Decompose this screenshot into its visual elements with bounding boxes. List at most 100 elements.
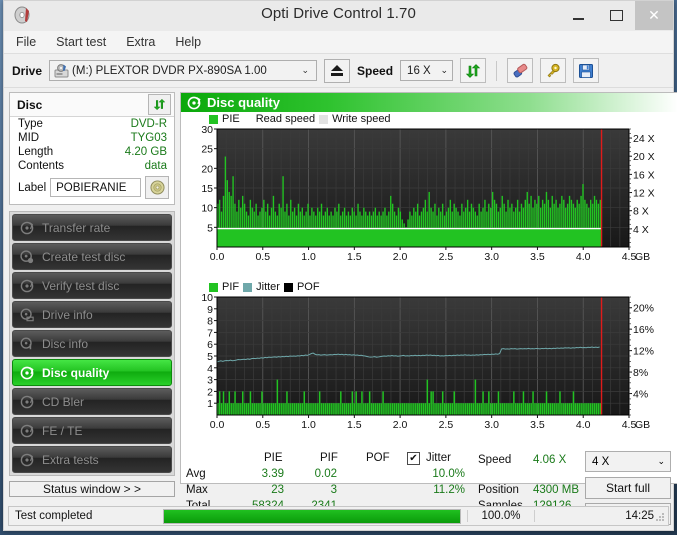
disc-panel: Disc Type DVD-R MID TYG03 Length 4.20 GB… (9, 92, 175, 205)
test-speed-value: 4 X (592, 455, 610, 468)
disc-icon (20, 395, 34, 408)
disc-row-value: TYG03 (130, 132, 167, 144)
disc-quality-title: Disc quality (207, 95, 280, 110)
disc-row-value: data (144, 160, 167, 172)
disc-label-value: POBIERANIE (56, 181, 127, 194)
legend-label-pif: PIF (222, 281, 240, 293)
test-nav-panel: Transfer rate Create test disc Verify te… (9, 211, 175, 476)
disc-row-length: Length 4.20 GB (10, 145, 174, 159)
status-window-label: Status window > > (42, 482, 142, 496)
sidebar-item-transfer-rate[interactable]: Transfer rate (12, 214, 172, 241)
sidebar-item-fe-te[interactable]: FE / TE (12, 417, 172, 444)
disc-icon (20, 221, 34, 234)
menu-item-start-test[interactable]: Start test (56, 35, 106, 49)
title-bar: Opti Drive Control 1.70 ✕ (4, 1, 673, 31)
disc-label-browse-button[interactable] (145, 176, 169, 199)
menu-item-help[interactable]: Help (175, 35, 201, 49)
svg-text:1.5: 1.5 (347, 419, 362, 431)
legend-swatch-pie (209, 114, 218, 124)
svg-text:2.0: 2.0 (393, 419, 408, 431)
svg-text:9: 9 (207, 304, 213, 316)
close-button[interactable]: ✕ (635, 1, 673, 30)
pif-chart-legend: PIF Jitter POF (209, 281, 320, 293)
sidebar-item-label: CD Bler (42, 394, 85, 409)
disc-panel-title: Disc (17, 97, 43, 112)
speed-label: Speed (357, 63, 394, 78)
save-icon (579, 63, 594, 78)
key-button[interactable] (540, 58, 567, 83)
stats-header-pie: PIE (264, 452, 283, 464)
stats-info-label-position: Position (478, 484, 519, 496)
stats-value-pif-avg: 0.02 (314, 468, 337, 480)
sidebar-item-create-test-disc[interactable]: Create test disc (12, 243, 172, 270)
disc-row-key: Type (18, 118, 43, 130)
refresh-button[interactable] (460, 58, 487, 83)
svg-text:8 X: 8 X (633, 206, 649, 218)
sidebar-item-verify-test-disc[interactable]: Verify test disc (12, 272, 172, 299)
application-window: Opti Drive Control 1.70 ✕ File Start tes… (3, 0, 677, 531)
drive-label: Drive (12, 63, 43, 78)
toolbar-separator (496, 60, 498, 81)
svg-text:3.0: 3.0 (484, 251, 499, 263)
speed-select[interactable]: 16 X ⌄ (400, 60, 454, 81)
disc-row-type: Type DVD-R (10, 117, 174, 131)
svg-text:0.5: 0.5 (255, 251, 270, 263)
menu-bar: File Start test Extra Help (4, 31, 673, 54)
test-speed-select[interactable]: 4 X ⌄ (585, 451, 671, 472)
svg-text:1.0: 1.0 (301, 251, 316, 263)
disc-quality-header: Disc quality (181, 93, 677, 112)
erase-button[interactable] (507, 58, 534, 83)
disc-row-value: 4.20 GB (124, 146, 167, 158)
legend-label-write-speed: Write speed (332, 113, 391, 125)
disc-label-input[interactable]: POBIERANIE (50, 178, 141, 197)
resize-grip-icon[interactable] (655, 512, 665, 522)
disc-refresh-button[interactable] (148, 94, 171, 115)
legend-label-pie: PIE (222, 113, 240, 125)
sidebar-item-disc-quality[interactable]: Disc quality (12, 359, 172, 386)
svg-text:GB: GB (635, 251, 650, 263)
start-full-button[interactable]: Start full (585, 477, 671, 499)
disc-icon (20, 453, 34, 466)
svg-text:20 X: 20 X (633, 151, 655, 163)
progress-bar (163, 508, 461, 524)
speed-value: 16 X (407, 64, 431, 77)
status-window-button[interactable]: Status window > > (9, 481, 175, 497)
sidebar-item-label: FE / TE (42, 423, 83, 438)
jitter-checkbox[interactable]: ✔ (407, 452, 420, 465)
save-button[interactable] (573, 58, 600, 83)
stats-info-value-speed: 4.06 X (533, 454, 567, 466)
svg-text:3.0: 3.0 (484, 419, 499, 431)
svg-text:1.0: 1.0 (301, 419, 316, 431)
stats-header-jitter: Jitter (426, 452, 451, 464)
menu-item-file[interactable]: File (16, 35, 36, 49)
svg-text:24 X: 24 X (633, 133, 655, 145)
svg-text:2: 2 (207, 386, 213, 398)
sidebar-item-cd-bler[interactable]: CD Bler (12, 388, 172, 415)
sidebar-item-extra-tests[interactable]: Extra tests (12, 446, 172, 473)
svg-text:2.5: 2.5 (439, 419, 454, 431)
svg-text:30: 30 (201, 124, 213, 136)
stats-value-pif-max: 3 (330, 484, 337, 496)
eraser-icon (513, 63, 527, 77)
legend-swatch-write-speed (319, 114, 329, 124)
svg-text:20%: 20% (633, 303, 654, 315)
drive-select[interactable]: (M:) PLEXTOR DVDR PX-890SA 1.00 ⌄ (49, 60, 318, 81)
close-icon: ✕ (648, 7, 660, 23)
legend-label-jitter: Jitter (256, 281, 280, 293)
svg-text:1.5: 1.5 (347, 251, 362, 263)
sidebar-item-disc-info[interactable]: Disc info (12, 330, 172, 357)
disc-write-icon (20, 249, 34, 263)
sidebar-item-drive-info[interactable]: Drive info (12, 301, 172, 328)
menu-item-extra[interactable]: Extra (126, 35, 155, 49)
stats-value-pie-max: 23 (271, 484, 284, 496)
pif-chart: PIF Jitter POF 1 2 3 4 5 6 7 8 9 10 4% 8% 12% 16% 20% 0… (181, 280, 677, 448)
disc-panel-header: Disc (10, 93, 174, 117)
disc-quality-icon (187, 96, 201, 109)
maximize-button[interactable] (597, 1, 635, 30)
eject-button[interactable] (324, 58, 351, 83)
legend-swatch-pof (283, 282, 293, 292)
minimize-button[interactable] (559, 1, 597, 30)
stats-value-jitter-avg: 10.0% (432, 468, 465, 480)
drive-value: (M:) PLEXTOR DVDR PX-890SA 1.00 (72, 64, 267, 77)
disc-info-icon (20, 337, 32, 349)
